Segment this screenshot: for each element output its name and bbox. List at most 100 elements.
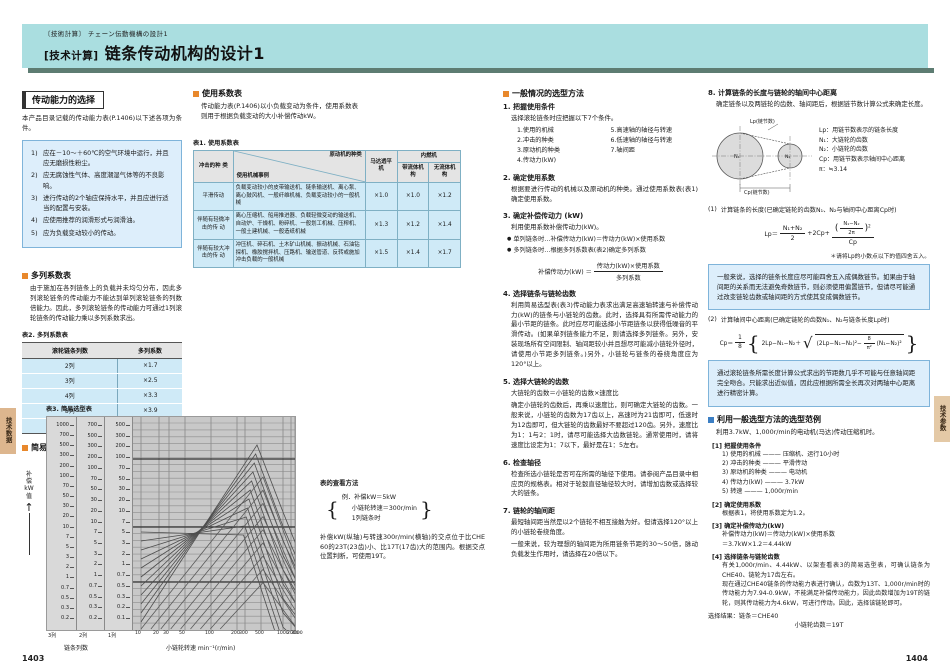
chart-y-tick-mark xyxy=(126,467,130,469)
condition-item: 2) 应无腐蚀性气体、高度潮湿气体等的不良影响。 xyxy=(31,170,173,191)
chart-y-tick-mark xyxy=(98,618,102,619)
item2-row: (2) 计算轴间中心距离(已确定链轮的齿数N₁、N₂与链条长度Lp时) xyxy=(708,316,930,326)
chart-y-tick: 500 xyxy=(115,422,125,428)
table2-cell: ×2.5 xyxy=(117,373,182,389)
chart-y-tick-mark xyxy=(98,596,102,598)
formula1-term3-den: Cp xyxy=(848,238,857,246)
chart-y-tick: 50 xyxy=(118,475,125,482)
conditions-list: 1) 应在－10～＋60℃的空气环境中运行，并且应无磨损性粉尘。 2) 应无腐蚀性气体… xyxy=(31,148,173,238)
example-item-line: 2) 冲击的种类 ——— 平滑传动 xyxy=(722,460,808,467)
heading-chart-howto: 表的查看方法 xyxy=(320,479,359,487)
chart-y-tick-mark xyxy=(126,542,130,544)
example-item-line: 1) 使用的机械 ——— 压缩机、运行10小时 xyxy=(722,450,840,458)
chart-y-tick: 20 xyxy=(118,497,125,504)
example-item-title: [2] 确定使用系数 xyxy=(712,501,762,509)
table1-header-ic-without-fluid: 无流体机构 xyxy=(428,162,461,183)
example-item-line: 补偿传动力(kW)＝传动力(kW)×使用系数 xyxy=(722,531,835,539)
chart-x-axis-label: 小链轮转速 min⁻¹(r/min) xyxy=(166,645,236,652)
chart-y-tick-mark xyxy=(126,446,130,448)
step-lead: 最短轴间距当然是以2个链轮不相互接触为好。但请选择120°以上的小链轮卷绕角度。 xyxy=(511,518,698,537)
formula2-frac-num: 1 xyxy=(735,335,745,344)
step-condition-column: 5.高速轴的轴径与转速 6.低速轴的轴径与转速 7.轴间距 xyxy=(611,126,699,166)
selection-step: 2. 确定使用系数根据要进行传动的机械以及原动机的种类。通过使用系数表(表1)确… xyxy=(503,173,698,205)
item2-number: (2) xyxy=(708,316,717,324)
example-items-list: [1] 把握使用条件 1) 使用的机械 ——— 压缩机、运行10小时 2) 冲击的种… xyxy=(708,441,930,609)
chart-curves-svg xyxy=(133,417,295,630)
example-item: [3] 确定补偿传动力(kW) 补偿传动力(kW)＝传动力(kW)×使用系数 ＝3.… xyxy=(708,521,930,549)
table1-header-prime-mover: 原动机的种类 xyxy=(329,152,362,159)
chart-example-line: 例．补偿kW＝5kW xyxy=(341,494,397,501)
chart-y-tick-mark xyxy=(126,478,130,480)
chart-y-tick: 50 xyxy=(90,486,97,493)
table2-caption: 表2. 多列系数表 xyxy=(22,331,68,339)
example-lead: 利用3.7kW、1,000r/min的电动机(马达)传动压缩机时。 xyxy=(716,427,879,436)
chart-y-tick: 5 xyxy=(65,543,69,550)
side-tab-left-label: 技术数据 xyxy=(4,417,13,443)
chart-y-tick: 10 xyxy=(90,518,97,525)
chart-y-tick-mark xyxy=(98,457,102,459)
step-formula-num: 传动力(kW)×使用系数 xyxy=(593,261,663,272)
chart-y-tick-mark xyxy=(70,516,74,518)
step-title: 5. 选择大链轮的齿数 xyxy=(503,378,569,387)
chart-y-tick-mark xyxy=(98,425,102,426)
chart-curves-area xyxy=(133,417,295,630)
chart-y-tick: 5 xyxy=(121,529,125,536)
chart-x-tick: 500 xyxy=(255,631,264,636)
usage-factor-text: 传动能力表(P.1406)以小负载变动为条件，使用系数表则用于根据负载变动的大小… xyxy=(201,102,358,120)
table1-caption: 表1. 使用系数表 xyxy=(193,139,239,147)
brace-left-icon: { xyxy=(326,496,339,521)
chart-y-tick-mark xyxy=(126,425,130,426)
formula2-sqrt-a: (2Lp−N₁−N₂)²− xyxy=(816,341,862,348)
chart-x-ticks: 10 20 30 50 100 200 300 500 1000 2000 3000 xyxy=(132,631,303,641)
chart-band-label-2: 2列 xyxy=(79,633,88,639)
chart-y-tick: 2 xyxy=(93,561,97,568)
step-lead: 根据要进行传动的机械以及原动机的种类。通过使用系数表(表1)确定使用系数。 xyxy=(511,184,698,203)
chart-y-tick: 7 xyxy=(93,529,97,536)
figure-cp-label: Cp(链节数) xyxy=(744,189,770,196)
example-item: [1] 把握使用条件 1) 使用的机械 ——— 压缩机、运行10小时 2) 冲击的种… xyxy=(708,441,930,497)
page-number-left: 1403 xyxy=(22,654,45,663)
chart-y-tick: 20 xyxy=(90,507,97,514)
table2-header-row: 滚轮链条列数 多列系数 xyxy=(22,341,182,359)
multi-strand-text: 由于施加在各列链条上的负载并未均匀分布，因此多列滚轮链条的传动能力不能达到单列滚… xyxy=(30,283,182,322)
table1-cell-desc: 冲压机、碎石机、土木矿山机械、振动机械、石油钻探机、橡胶搅拌机、压路机、输送管道… xyxy=(232,238,366,269)
formula1-note: ＊请将Lp的小数点以下的值四舍五入。 xyxy=(830,253,930,260)
formula1-term1-num: N₁+N₂ xyxy=(779,225,806,234)
chart-y-tick-mark xyxy=(70,557,74,559)
chart-y-tick: 30 xyxy=(62,503,69,510)
example-item-line: 现在通过CHE40链条的传动能力表进行确认，齿数为13T、1,000r/min时… xyxy=(722,580,930,607)
chart-y-tick: 7 xyxy=(65,533,69,540)
step-condition-item: 2.冲击的种类 xyxy=(517,136,554,144)
column-chart-howto: 表的查看方法 { 例．补偿kW＝5kW 小链轮转速＝300r/min 1列链条时 }… xyxy=(320,478,485,568)
sprocket-diagram: N₁ N₂ Lp(链节数) Cp(链节数) xyxy=(708,119,816,198)
step-condition-item: 3.原动机的种类 xyxy=(517,146,561,154)
chart-y-tick-mark xyxy=(70,445,74,447)
side-tab-right[interactable]: 技术参数 xyxy=(934,396,950,443)
table2-cell: 2列 xyxy=(22,358,119,374)
step-bullet: 单列链条时…补偿传动力(kW)＝传动力(kW)×使用系数 xyxy=(503,235,698,245)
table3-caption: 表3. 简易选型表 xyxy=(46,406,92,413)
chart-y-tick: 50 xyxy=(62,493,69,500)
chart-y-tick: 0.2 xyxy=(61,615,69,621)
condition-text: 应使用推荐的润滑形式与润滑油。 xyxy=(43,216,139,225)
example-item-title: [1] 把握使用条件 xyxy=(712,442,762,450)
brace-right-icon: } xyxy=(419,496,433,521)
formula1-term1-den: 2 xyxy=(790,234,795,242)
chart-y-tick-mark xyxy=(126,457,130,459)
chart-y-tick: 100 xyxy=(59,472,69,479)
chart-example-lines: 例．补偿kW＝5kW 小链轮转速＝300r/min 1列链条时 xyxy=(342,493,417,525)
legend-item: Cp：用链节数表示轴间中心距离 xyxy=(819,156,905,164)
chart-y-tick-mark xyxy=(126,607,130,609)
heading-selection-example: 利用一般选型方法的选型范例 xyxy=(708,414,930,425)
table1-header-machine-example: 使用机械事例 xyxy=(236,172,269,179)
formula1-inner-den: 2π xyxy=(848,229,855,236)
side-tab-left[interactable]: 技术数据 xyxy=(0,408,16,455)
header-japanese-line: 〔技術計算〕 チェーン伝動機構の設計1 xyxy=(44,30,168,38)
selection-step: 5. 选择大链轮的齿数 大链轮的齿数＝小链轮的齿数×速度比 确定小链轮的齿数后，再乘… xyxy=(503,377,698,451)
chart-y-tick-mark xyxy=(70,526,74,528)
step-title: 2. 确定使用系数 xyxy=(503,173,555,182)
step-lead: 利用简易选型表(表3)传动能力表求出满足高速轴转速与补偿传动力(kW)的链条与小… xyxy=(511,300,698,369)
condition-item: 3) 进行传动的2个轴应保持水平，并且应进行适当的配置与安装。 xyxy=(31,193,173,214)
chart-y-tick-mark xyxy=(126,553,130,555)
page-title-main: 链条传动机构的设计1 xyxy=(104,44,265,63)
